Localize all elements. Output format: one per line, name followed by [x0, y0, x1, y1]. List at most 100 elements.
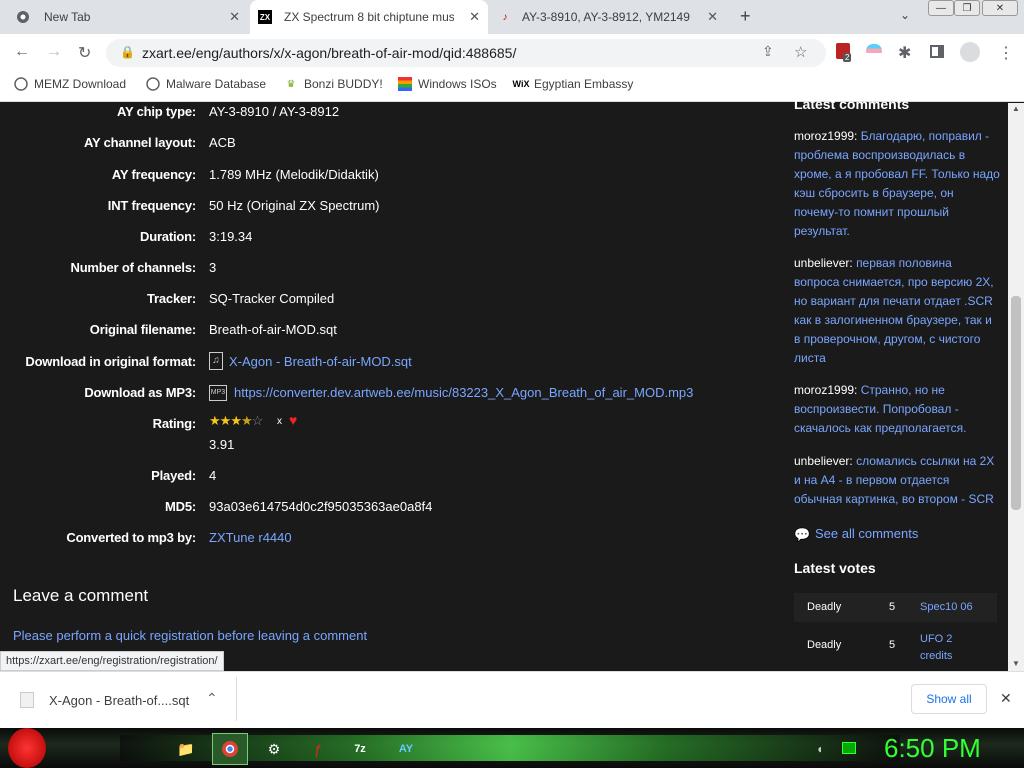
download-filename[interactable]: X-Agon - Breath-of....sqt: [49, 693, 189, 708]
star-icon[interactable]: ☆: [252, 413, 264, 428]
comment-author[interactable]: moroz1999:: [794, 383, 857, 397]
comment-item: moroz1999: Странно, но не воспроизвести.…: [794, 381, 1000, 438]
7zip-icon[interactable]: 7z: [342, 733, 378, 765]
close-window-button[interactable]: ✕: [982, 0, 1018, 16]
scrollbar-thumb[interactable]: [1011, 296, 1021, 510]
folder-icon[interactable]: 📁: [168, 733, 204, 765]
tab-search-icon[interactable]: ⌄: [900, 8, 910, 22]
chrome-taskbar-icon[interactable]: [212, 733, 248, 765]
tab-new-tab[interactable]: New Tab ✕: [8, 0, 248, 34]
detail-value: 3: [209, 260, 217, 275]
detail-label: Duration:: [140, 229, 196, 244]
back-icon[interactable]: ←: [14, 43, 30, 61]
puzzle-icon[interactable]: ✱: [898, 43, 911, 63]
close-icon[interactable]: ✕: [469, 9, 480, 25]
bookmark-bonzi[interactable]: ♛ Bonzi BUDDY!: [284, 77, 383, 91]
taskbar-clock[interactable]: 6:50 PM: [884, 733, 981, 764]
bookmark-label: Bonzi BUDDY!: [304, 77, 383, 91]
vote-user[interactable]: Deadly: [807, 601, 841, 613]
detail-value: 1.789 MHz (Melodik/Didaktik): [209, 167, 379, 182]
detail-value: 3:19.34: [209, 229, 253, 244]
comment-item: unbeliever: первая половина вопроса сним…: [794, 254, 1000, 368]
reload-icon[interactable]: ↻: [78, 43, 91, 63]
detail-label: AY frequency:: [111, 167, 196, 182]
chevron-up-icon[interactable]: ⌃: [206, 690, 218, 707]
comment-author[interactable]: unbeliever:: [794, 256, 853, 270]
bookmark-star-icon[interactable]: ☆: [794, 43, 807, 61]
url-text[interactable]: zxart.ee/eng/authors/x/x-agon/breath-of-…: [142, 45, 516, 61]
detail-label: MD5:: [165, 499, 196, 514]
latest-comments-title: Latest comments: [794, 96, 910, 112]
detail-label: INT frequency:: [107, 198, 196, 213]
vote-score: 5: [889, 601, 896, 613]
tab-title: ZX Spectrum 8 bit chiptune music: [284, 10, 454, 24]
converter-link[interactable]: ZXTune r4440: [209, 530, 292, 545]
detail-label: Played:: [151, 468, 196, 483]
comment-text[interactable]: первая половина вопроса снимается, про в…: [794, 256, 994, 365]
download-original-link[interactable]: X-Agon - Breath-of-air-MOD.sqt: [229, 354, 412, 369]
side-panel-icon[interactable]: [930, 45, 944, 58]
tab-zx-spectrum[interactable]: ZX ZX Spectrum 8 bit chiptune music ✕: [250, 0, 488, 34]
network-icon[interactable]: [842, 742, 856, 754]
menu-dots-icon[interactable]: ⋮: [998, 43, 1014, 63]
rating-multiplier: x: [277, 416, 282, 427]
volume-icon[interactable]: ◖: [816, 742, 823, 756]
detail-label: Converted to mp3 by:: [66, 530, 196, 545]
vote-row: Deadly 5 UFO 2 credits: [794, 627, 997, 663]
leave-comment-heading: Leave a comment: [13, 586, 149, 605]
vote-title[interactable]: Spec10 06: [920, 601, 973, 613]
see-all-comments-link[interactable]: See all comments: [815, 526, 918, 541]
bookmark-memz[interactable]: MEMZ Download: [14, 77, 126, 91]
bookmark-malware-db[interactable]: Malware Database: [146, 77, 266, 91]
bookmark-label: MEMZ Download: [34, 77, 127, 91]
wix-icon: WiX: [512, 79, 530, 89]
file-music-icon: ♫: [209, 352, 223, 370]
scroll-up-icon[interactable]: ▲: [1012, 104, 1020, 113]
music-note-icon: ♪: [502, 11, 508, 23]
settings-gear-icon[interactable]: ⚙: [256, 733, 292, 765]
globe-icon: [146, 77, 160, 91]
ay-player-icon[interactable]: AY: [388, 733, 424, 765]
comments-icon: 💬: [794, 527, 811, 542]
heart-icon[interactable]: ♥: [289, 412, 297, 428]
detail-label: Download in original format:: [25, 354, 196, 369]
detail-value: Breath-of-air-MOD.sqt: [209, 322, 337, 337]
lock-icon[interactable]: 🔒: [120, 45, 135, 59]
star-icon[interactable]: ★: [220, 413, 232, 428]
profile-icon[interactable]: [960, 42, 980, 62]
new-tab-button[interactable]: +: [740, 6, 751, 27]
comment-author[interactable]: moroz1999:: [794, 129, 857, 143]
star-icon[interactable]: ★: [241, 413, 253, 428]
comment-author[interactable]: unbeliever:: [794, 454, 853, 468]
divider: [236, 677, 237, 721]
scroll-down-icon[interactable]: ▼: [1012, 659, 1020, 668]
close-icon[interactable]: ✕: [229, 9, 240, 25]
vote-row: Deadly 5 Spec10 06: [794, 593, 997, 622]
chrome-icon: [16, 10, 30, 24]
bookmark-windows-isos[interactable]: Windows ISOs: [398, 77, 497, 91]
flash-icon[interactable]: ƒ: [300, 733, 336, 765]
close-icon[interactable]: ✕: [707, 9, 718, 25]
registration-link[interactable]: Please perform a quick registration befo…: [13, 628, 367, 643]
detail-value: 93a03e614754d0c2f95035363ae0a8f4: [209, 499, 433, 514]
show-all-button[interactable]: Show all: [911, 684, 987, 714]
star-icon[interactable]: ★: [230, 413, 242, 428]
rating-stars[interactable]: ★★★★☆: [209, 413, 264, 429]
download-mp3-link[interactable]: https://converter.dev.artweb.ee/music/83…: [234, 385, 693, 400]
forward-icon[interactable]: →: [46, 43, 62, 61]
angry-bird-start-icon[interactable]: [8, 728, 46, 768]
minimize-button[interactable]: —: [928, 0, 954, 16]
maximize-button[interactable]: ❐: [954, 0, 980, 16]
extension-flag-icon[interactable]: [866, 44, 882, 58]
vote-user[interactable]: Deadly: [807, 639, 841, 651]
close-icon[interactable]: ✕: [1000, 690, 1012, 707]
tab-ay-chip[interactable]: ♪ AY-3-8910, AY-3-8912, YM2149 ( ✕: [490, 0, 726, 34]
rating-score: 3.91: [209, 437, 235, 452]
star-icon[interactable]: ★: [209, 413, 221, 428]
bookmark-egyptian-embassy[interactable]: WiX Egyptian Embassy: [512, 77, 634, 91]
latest-votes-title: Latest votes: [794, 560, 876, 576]
vote-title[interactable]: UFO 2 credits: [920, 631, 970, 665]
comment-text[interactable]: Благодарю, поправил - проблема воспроизв…: [794, 129, 1000, 238]
share-icon[interactable]: ⇪: [762, 43, 774, 60]
status-url-bubble: https://zxart.ee/eng/registration/regist…: [0, 651, 224, 671]
